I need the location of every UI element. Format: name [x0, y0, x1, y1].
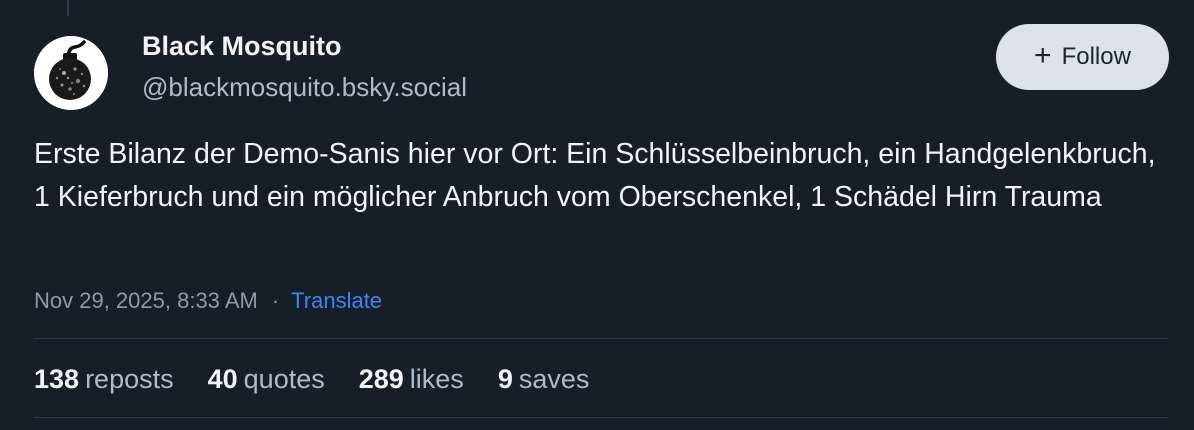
saves-stat[interactable]: 9 saves [498, 361, 590, 397]
reposts-stat[interactable]: 138 reposts [34, 361, 174, 397]
post-stats: 138 reposts 40 quotes 289 likes 9 saves [34, 361, 589, 397]
reposts-label: reposts [85, 364, 174, 394]
meta-separator: · [271, 288, 280, 313]
follow-button[interactable]: + Follow [996, 24, 1169, 90]
saves-count: 9 [497, 364, 513, 394]
likes-stat[interactable]: 289 likes [359, 361, 464, 397]
quotes-stat[interactable]: 40 quotes [208, 361, 325, 397]
post-thread-view: Black Mosquito @blackmosquito.bsky.socia… [0, 0, 1194, 430]
bomb-icon [34, 36, 108, 110]
quotes-label: quotes [243, 364, 325, 394]
author-handle[interactable]: @blackmosquito.bsky.social [142, 70, 467, 104]
post-timestamp[interactable]: Nov 29, 2025, 8:33 AM [34, 288, 258, 313]
reposts-count: 138 [34, 364, 80, 394]
likes-count: 289 [358, 364, 404, 394]
saves-label: saves [518, 364, 590, 394]
divider [34, 417, 1168, 418]
likes-label: likes [409, 364, 464, 394]
follow-button-label: Follow [1061, 43, 1131, 70]
plus-icon: + [1034, 38, 1052, 72]
post-meta: Nov 29, 2025, 8:33 AM · Translate [34, 284, 382, 318]
translate-link[interactable]: Translate [291, 288, 382, 313]
author-info: Black Mosquito @blackmosquito.bsky.socia… [142, 28, 467, 104]
divider [34, 338, 1168, 339]
thread-connector-line [67, 0, 69, 16]
author-display-name[interactable]: Black Mosquito [142, 28, 467, 64]
avatar[interactable] [34, 36, 108, 110]
post-text: Erste Bilanz der Demo-Sanis hier vor Ort… [34, 138, 1156, 213]
quotes-count: 40 [207, 364, 238, 394]
